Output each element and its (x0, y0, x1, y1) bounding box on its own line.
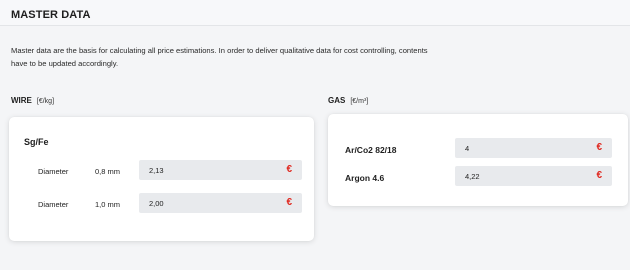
wire-unit-label: [€/kg] (36, 98, 55, 105)
master-data-page: MASTER DATA Master data are the basis fo… (0, 0, 630, 270)
wire-heading-label: WIRE (11, 96, 32, 105)
gas-card: Ar/Co2 82/18 4 € Argon 4.6 4,22 € (328, 114, 628, 206)
page-title: MASTER DATA (11, 9, 91, 21)
gas-section-heading: GAS [€/m³] (328, 96, 368, 105)
description-line-2: have to be updated accordingly. (11, 59, 119, 68)
wire-price-input-0-8mm[interactable]: 2,13 € (139, 160, 302, 180)
gas-price-value: 4,22 (465, 172, 480, 181)
wire-row-2-size: 1,0 mm (95, 200, 121, 209)
gas-price-value: 4 (465, 144, 470, 153)
title-bar: MASTER DATA (0, 0, 630, 26)
wire-row-2-label: Diameter (38, 200, 69, 209)
gas-heading-label: GAS (328, 96, 346, 105)
wire-price-input-1-0mm[interactable]: 2,00 € (139, 193, 302, 213)
euro-icon: € (286, 197, 292, 208)
euro-icon: € (596, 170, 602, 181)
wire-row-1-label: Diameter (38, 167, 69, 176)
wire-card: Sg/Fe Diameter 0,8 mm 2,13 € Diameter 1,… (9, 117, 314, 241)
wire-row-1-size: 0,8 mm (95, 167, 121, 176)
wire-section-heading: WIRE [€/kg] (11, 96, 54, 105)
description-text: Master data are the basis for calculatin… (11, 44, 481, 70)
euro-icon: € (286, 164, 292, 175)
gas-row-2-name: Argon 4.6 (345, 173, 385, 183)
wire-price-value: 2,00 (149, 199, 164, 208)
description-line-1: Master data are the basis for calculatin… (11, 46, 428, 55)
gas-price-input-ar-co2[interactable]: 4 € (455, 138, 612, 158)
euro-icon: € (596, 142, 602, 153)
gas-unit-label: [€/m³] (350, 98, 369, 105)
gas-price-input-argon[interactable]: 4,22 € (455, 166, 612, 186)
wire-price-value: 2,13 (149, 166, 164, 175)
gas-row-1-name: Ar/Co2 82/18 (345, 145, 397, 155)
wire-group-title: Sg/Fe (24, 137, 49, 147)
